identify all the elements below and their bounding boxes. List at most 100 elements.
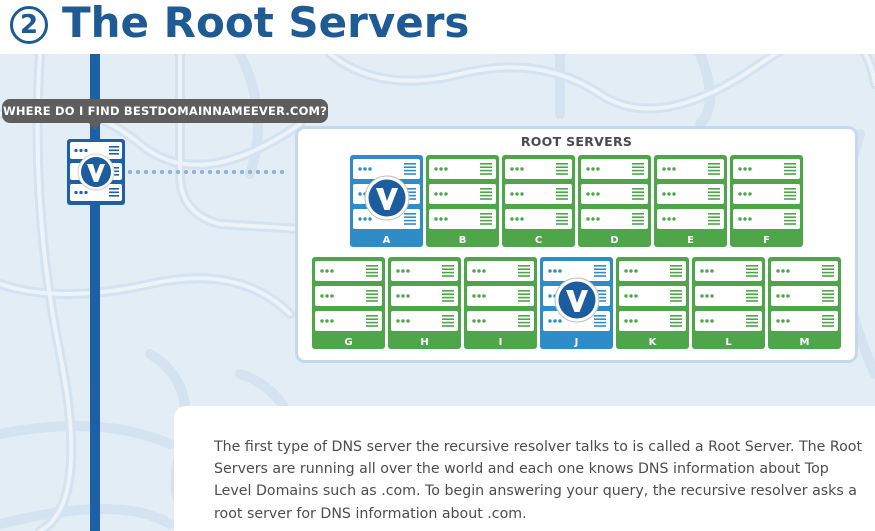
server-vent <box>442 293 454 295</box>
server-led <box>667 217 671 221</box>
server-led <box>624 269 628 273</box>
server-vent <box>404 169 416 172</box>
server-led <box>748 192 752 196</box>
resolver-server-icon <box>67 139 125 205</box>
server-vent <box>708 188 720 190</box>
server-vent <box>518 321 530 324</box>
server-vent <box>518 300 530 302</box>
server-vent <box>518 271 530 274</box>
root-server-label: J <box>574 337 579 348</box>
server-led <box>482 269 486 273</box>
server-vent <box>480 163 492 165</box>
server-led <box>472 269 476 273</box>
verisign-v-icon <box>364 175 410 221</box>
server-vent <box>442 315 454 317</box>
server-vent <box>746 271 758 274</box>
server-led <box>406 294 410 298</box>
server-led <box>672 217 676 221</box>
server-vent <box>632 163 644 165</box>
server-led <box>330 319 334 323</box>
server-led <box>624 294 628 298</box>
server-vent <box>480 173 492 175</box>
server-led <box>738 217 742 221</box>
root-server-label: B <box>458 235 467 246</box>
root-server-label: H <box>420 337 429 348</box>
server-vent <box>746 268 758 270</box>
server-vent <box>518 268 530 270</box>
server-vent <box>784 198 796 200</box>
server-vent <box>784 213 796 215</box>
server-led <box>624 319 628 323</box>
server-vent <box>518 325 530 327</box>
server-vent <box>746 300 758 302</box>
root-server-label: G <box>344 337 353 348</box>
server-vent <box>746 321 758 324</box>
server-vent <box>670 268 682 270</box>
server-unit <box>771 286 838 306</box>
server-vent <box>442 275 454 277</box>
server-vent <box>822 315 834 317</box>
server-led <box>515 217 519 221</box>
server-unit <box>315 286 382 306</box>
server-unit <box>581 209 648 229</box>
server-vent <box>442 318 454 320</box>
server-vent <box>632 191 644 193</box>
server-led <box>748 167 752 171</box>
server-led <box>629 319 633 323</box>
server-unit <box>619 261 686 281</box>
root-server-g: G <box>312 257 385 349</box>
server-vent <box>366 321 378 324</box>
server-vent <box>480 166 492 168</box>
server-led <box>401 269 405 273</box>
server-led <box>439 217 443 221</box>
root-server-c: C <box>502 155 575 247</box>
root-server-label: E <box>687 235 694 246</box>
server-led <box>710 269 714 273</box>
server-vent <box>708 219 720 222</box>
server-unit <box>391 261 458 281</box>
server-unit <box>581 159 648 179</box>
server-vent <box>594 268 606 270</box>
server-vent <box>708 163 720 165</box>
server-led <box>439 192 443 196</box>
server-unit <box>695 311 762 331</box>
server-led <box>548 269 552 273</box>
server-unit <box>467 311 534 331</box>
server-led <box>748 217 752 221</box>
server-led <box>700 269 704 273</box>
server-vent <box>480 213 492 215</box>
server-led <box>781 269 785 273</box>
server-led <box>434 192 438 196</box>
server-vent <box>822 271 834 274</box>
server-vent <box>366 300 378 302</box>
server-led <box>629 269 633 273</box>
server-vent <box>556 216 568 218</box>
server-led <box>786 269 790 273</box>
server-led <box>586 167 590 171</box>
server-vent <box>632 198 644 200</box>
server-unit <box>429 209 496 229</box>
server-vent <box>366 296 378 299</box>
server-vent <box>822 321 834 324</box>
server-vent <box>518 293 530 295</box>
server-led <box>325 319 329 323</box>
server-led <box>662 192 666 196</box>
server-vent <box>556 166 568 168</box>
resolver-to-root-link <box>126 169 286 175</box>
server-led <box>662 217 666 221</box>
description-text: The first type of DNS server the recursi… <box>214 439 863 522</box>
server-vent <box>708 223 720 225</box>
server-vent <box>556 173 568 175</box>
server-led <box>482 294 486 298</box>
server-vent <box>784 223 796 225</box>
server-unit <box>315 311 382 331</box>
server-vent <box>708 198 720 200</box>
server-led <box>358 217 362 221</box>
server-vent <box>632 173 644 175</box>
server-vent <box>518 296 530 299</box>
server-led <box>558 269 562 273</box>
root-server-k: K <box>616 257 689 349</box>
root-server-label: M <box>799 337 810 348</box>
server-vent <box>632 213 644 215</box>
server-vent <box>632 169 644 172</box>
